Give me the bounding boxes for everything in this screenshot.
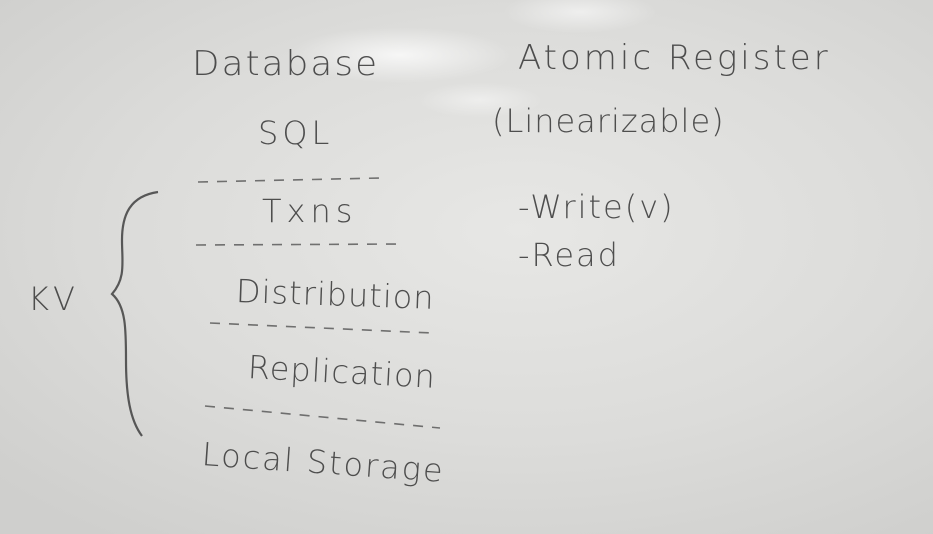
dashed-divider-2 bbox=[195, 243, 406, 246]
operation-read: -Read bbox=[518, 236, 620, 274]
database-heading: Database bbox=[192, 44, 380, 84]
sql-label: SQL bbox=[258, 114, 334, 152]
layer-txns: Txns bbox=[262, 192, 358, 230]
whiteboard: Database SQL Txns Distribution Replicati… bbox=[0, 0, 933, 534]
pen-strokes bbox=[110, 177, 441, 437]
dashed-divider-3 bbox=[209, 322, 433, 334]
curly-brace bbox=[110, 190, 159, 437]
layer-distribution: Distribution bbox=[235, 272, 436, 317]
kv-label: KV bbox=[28, 280, 79, 318]
operation-write: -Write(v) bbox=[518, 188, 675, 226]
atomic-register-heading: Atomic Register bbox=[518, 38, 831, 78]
linearizable-subheading: (Linearizable) bbox=[492, 102, 725, 140]
dashed-divider-4 bbox=[204, 405, 441, 429]
dashed-divider-1 bbox=[197, 177, 381, 183]
